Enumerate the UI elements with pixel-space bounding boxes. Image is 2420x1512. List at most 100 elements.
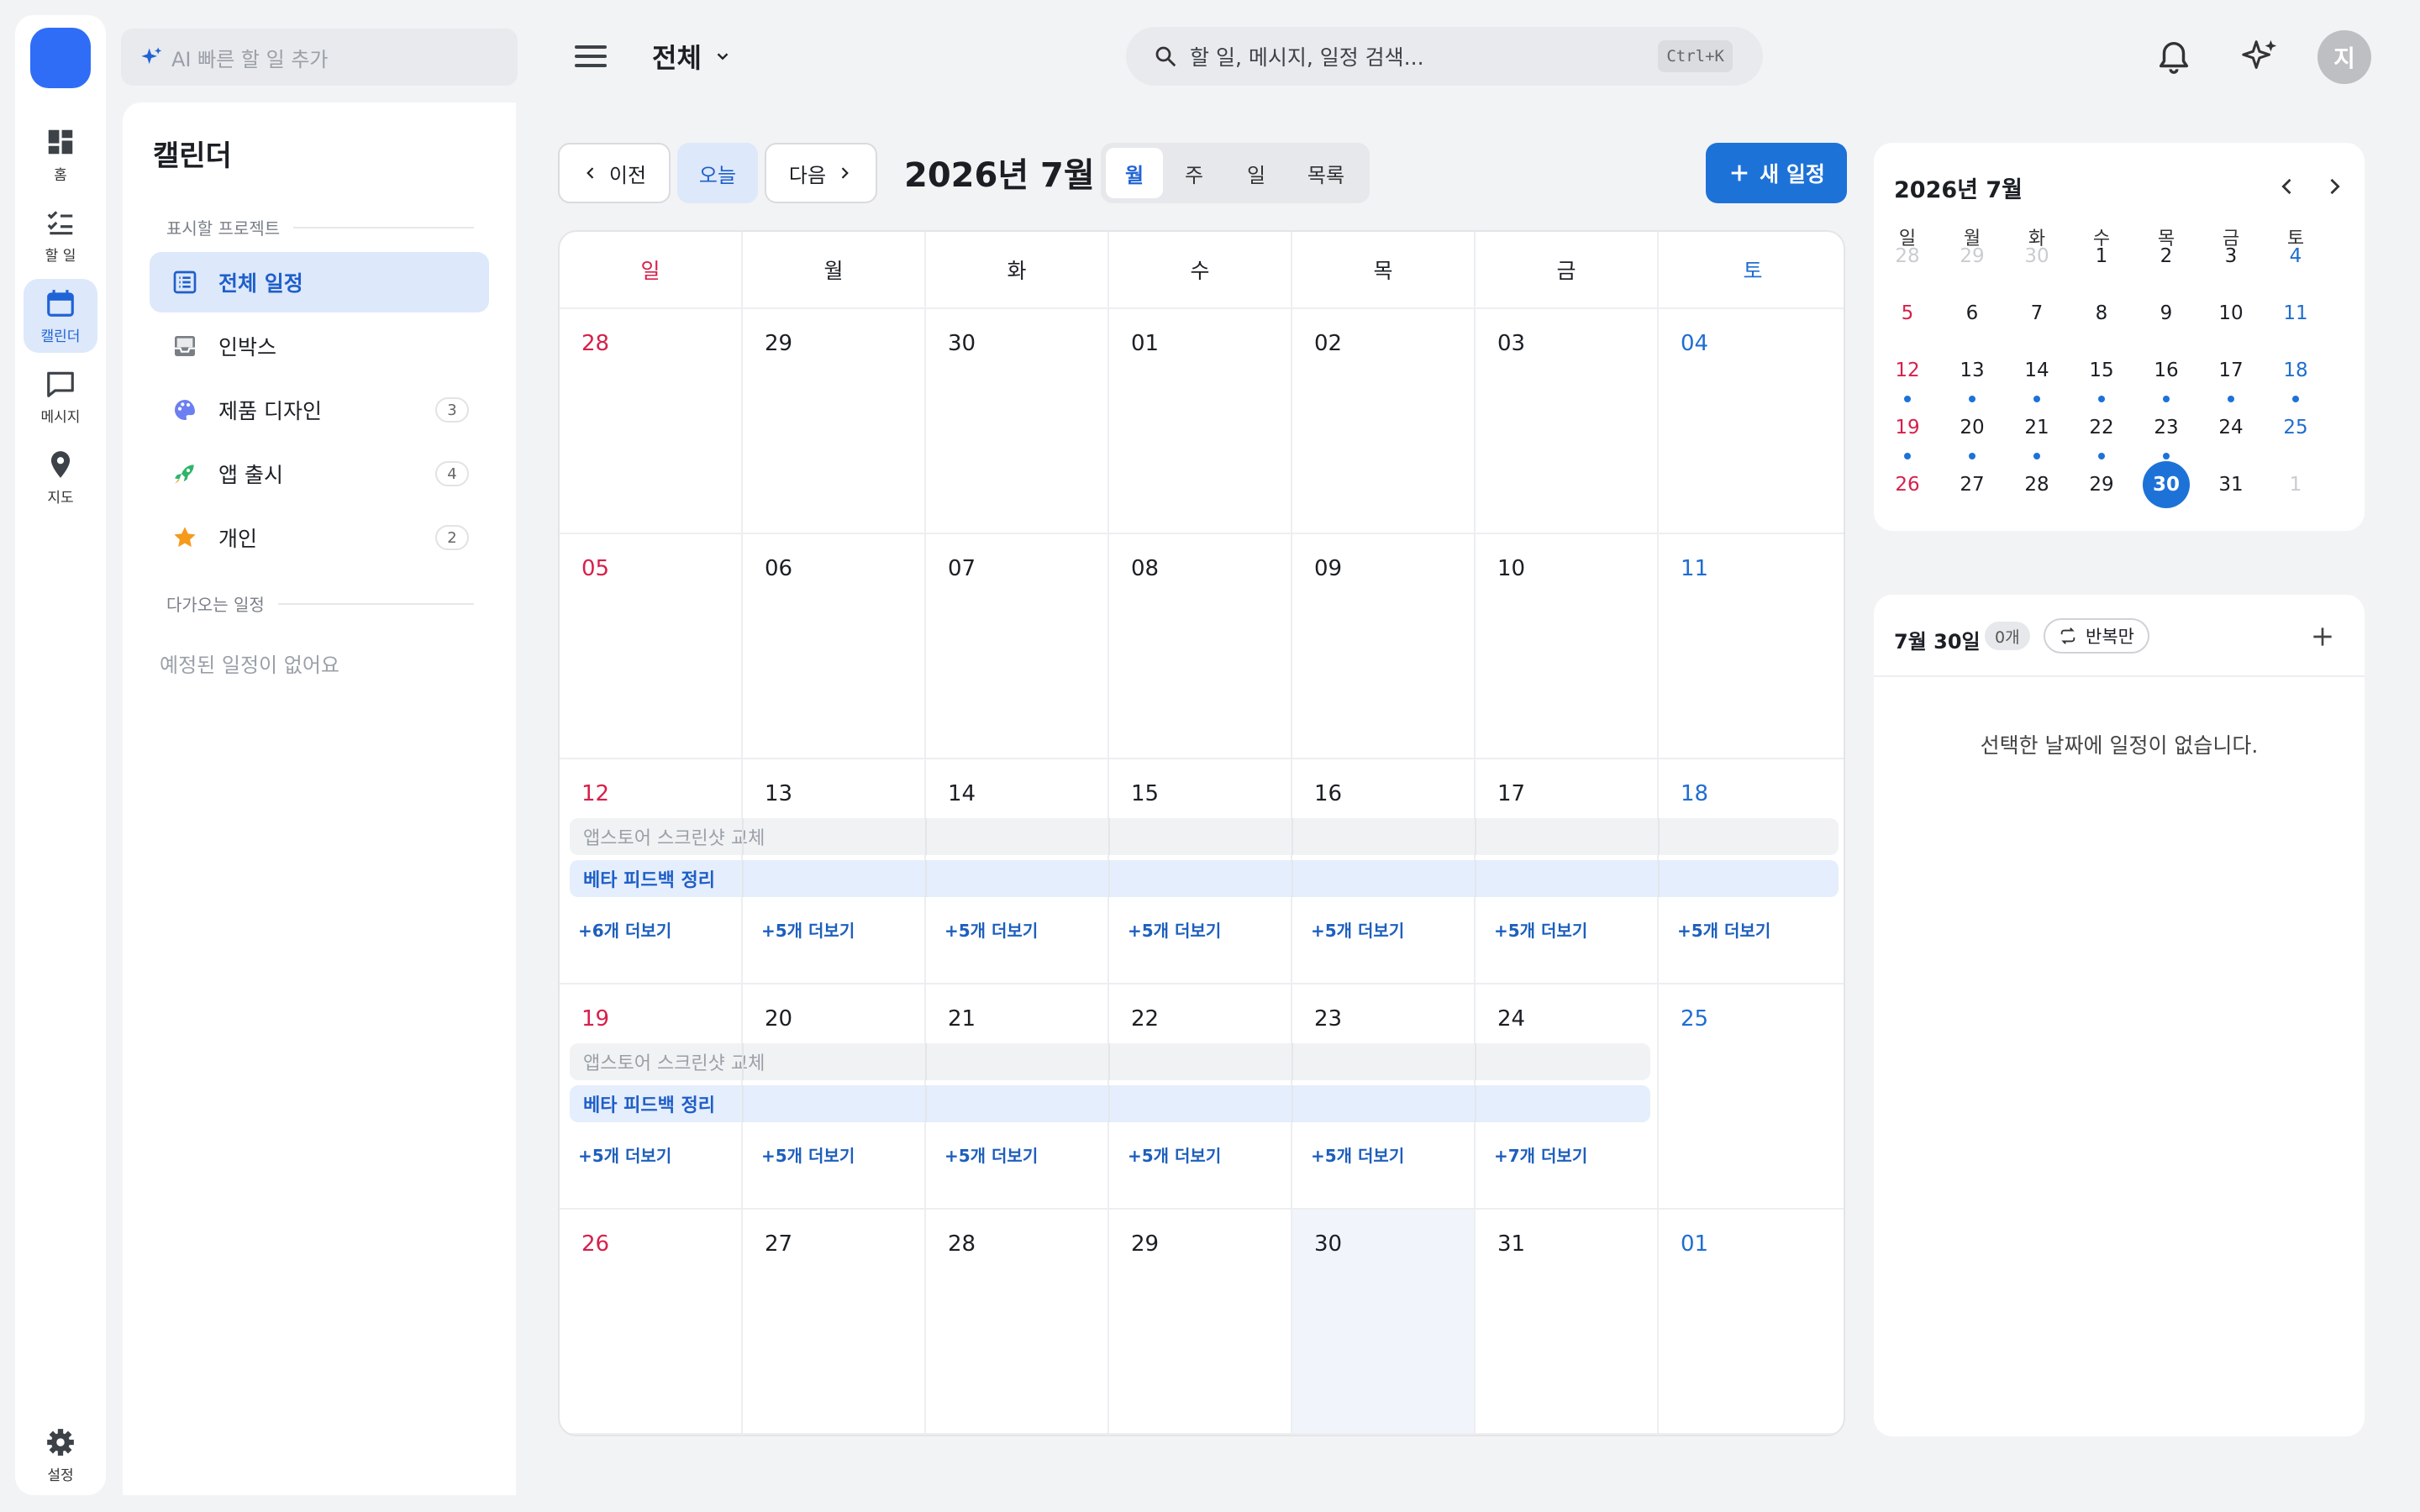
mini-day[interactable]: 16 bbox=[2143, 347, 2190, 394]
mini-day[interactable]: 21 bbox=[2013, 404, 2060, 451]
mini-day[interactable]: 6 bbox=[1949, 290, 1996, 337]
mini-day[interactable]: 4 bbox=[2272, 233, 2319, 280]
day-cell[interactable]: 01 bbox=[1109, 309, 1292, 534]
rail-item-map[interactable]: 지도 bbox=[24, 440, 97, 514]
mini-day[interactable]: 3 bbox=[2207, 233, 2254, 280]
day-cell[interactable]: 29 bbox=[1109, 1210, 1292, 1435]
mini-prev-icon[interactable] bbox=[2275, 175, 2299, 198]
mini-day[interactable]: 31 bbox=[2207, 461, 2254, 508]
day-cell[interactable]: 07 bbox=[926, 534, 1109, 759]
more-events-link[interactable]: +5개 더보기 bbox=[1128, 1142, 1221, 1167]
day-cell[interactable]: 31 bbox=[1476, 1210, 1659, 1435]
more-events-link[interactable]: +5개 더보기 bbox=[1494, 917, 1587, 942]
mini-day[interactable]: 28 bbox=[1884, 233, 1931, 280]
rail-item-todo[interactable]: 할 일 bbox=[24, 198, 97, 272]
user-avatar[interactable]: 지 bbox=[2317, 30, 2371, 84]
mini-day[interactable]: 19 bbox=[1884, 404, 1931, 451]
mini-next-icon[interactable] bbox=[2323, 175, 2346, 198]
mini-day[interactable]: 11 bbox=[2272, 290, 2319, 337]
day-cell[interactable]: 26 bbox=[560, 1210, 743, 1435]
view-tab-month[interactable]: 월 bbox=[1106, 148, 1163, 198]
day-cell[interactable]: 09 bbox=[1292, 534, 1476, 759]
mini-day[interactable]: 23 bbox=[2143, 404, 2190, 451]
ai-sparkle-icon[interactable] bbox=[2240, 37, 2279, 76]
day-cell[interactable]: 05 bbox=[560, 534, 743, 759]
mini-day[interactable]: 7 bbox=[2013, 290, 2060, 337]
scope-dropdown[interactable]: 전체 bbox=[652, 37, 732, 76]
mini-day[interactable]: 17 bbox=[2207, 347, 2254, 394]
more-events-link[interactable]: +5개 더보기 bbox=[578, 1142, 671, 1167]
event-bar-appstore-screenshots[interactable]: 앱스토어 스크린샷 교체 bbox=[570, 818, 1839, 855]
more-events-link[interactable]: +5개 더보기 bbox=[761, 1142, 855, 1167]
event-bar-appstore-screenshots[interactable]: 앱스토어 스크린샷 교체 bbox=[570, 1043, 1650, 1080]
more-events-link[interactable]: +5개 더보기 bbox=[1311, 1142, 1404, 1167]
view-tab-week[interactable]: 주 bbox=[1163, 148, 1225, 198]
global-search-input[interactable]: 할 일, 메시지, 일정 검색... Ctrl+K bbox=[1126, 27, 1763, 86]
day-cell[interactable]: 30 bbox=[926, 309, 1109, 534]
day-cell[interactable]: 11 bbox=[1659, 534, 1844, 759]
mini-day[interactable]: 10 bbox=[2207, 290, 2254, 337]
mini-day[interactable]: 27 bbox=[1949, 461, 1996, 508]
event-bar-beta-feedback[interactable]: 베타 피드백 정리 bbox=[570, 1085, 1650, 1122]
view-tab-list[interactable]: 목록 bbox=[1287, 148, 1365, 198]
mini-day[interactable]: 12 bbox=[1884, 347, 1931, 394]
new-event-button[interactable]: 새 일정 bbox=[1706, 143, 1847, 203]
mini-day[interactable]: 30 bbox=[2143, 461, 2190, 508]
more-events-link[interactable]: +5개 더보기 bbox=[1677, 917, 1770, 942]
mini-day[interactable]: 22 bbox=[2078, 404, 2125, 451]
mini-day[interactable]: 30 bbox=[2013, 233, 2060, 280]
day-cell[interactable]: 02 bbox=[1292, 309, 1476, 534]
mini-day[interactable]: 28 bbox=[2013, 461, 2060, 508]
add-event-icon[interactable] bbox=[2309, 623, 2336, 650]
mini-day[interactable]: 29 bbox=[2078, 461, 2125, 508]
mini-day[interactable]: 26 bbox=[1884, 461, 1931, 508]
day-cell[interactable]: 01 bbox=[1659, 1210, 1844, 1435]
day-cell[interactable]: 27 bbox=[743, 1210, 926, 1435]
today-button[interactable]: 오늘 bbox=[677, 143, 758, 203]
mini-day[interactable]: 29 bbox=[1949, 233, 1996, 280]
mini-day[interactable]: 13 bbox=[1949, 347, 1996, 394]
mini-day[interactable]: 25 bbox=[2272, 404, 2319, 451]
app-logo[interactable] bbox=[30, 28, 91, 88]
prev-month-button[interactable]: 이전 bbox=[558, 143, 671, 203]
day-cell[interactable]: 28 bbox=[560, 309, 743, 534]
bell-icon[interactable] bbox=[2154, 37, 2193, 76]
mini-day[interactable]: 2 bbox=[2143, 233, 2190, 280]
more-events-link[interactable]: +5개 더보기 bbox=[944, 1142, 1038, 1167]
project-item-all[interactable]: 전체 일정 bbox=[150, 252, 489, 312]
day-cell[interactable]: 28 bbox=[926, 1210, 1109, 1435]
mini-day[interactable]: 14 bbox=[2013, 347, 2060, 394]
mini-day[interactable]: 18 bbox=[2272, 347, 2319, 394]
more-events-link[interactable]: +5개 더보기 bbox=[761, 917, 855, 942]
more-events-link[interactable]: +7개 더보기 bbox=[1494, 1142, 1587, 1167]
day-cell[interactable]: 30 bbox=[1292, 1210, 1476, 1435]
view-tab-day[interactable]: 일 bbox=[1225, 148, 1287, 198]
more-events-link[interactable]: +5개 더보기 bbox=[1128, 917, 1221, 942]
event-bar-beta-feedback[interactable]: 베타 피드백 정리 bbox=[570, 860, 1839, 897]
mini-day[interactable]: 8 bbox=[2078, 290, 2125, 337]
mini-day[interactable]: 20 bbox=[1949, 404, 1996, 451]
more-events-link[interactable]: +5개 더보기 bbox=[1311, 917, 1404, 942]
more-events-link[interactable]: +6개 더보기 bbox=[578, 917, 671, 942]
day-cell[interactable]: 29 bbox=[743, 309, 926, 534]
rail-item-calendar[interactable]: 캘린더 bbox=[24, 279, 97, 353]
project-item-inbox[interactable]: 인박스 bbox=[150, 316, 489, 376]
more-events-link[interactable]: +5개 더보기 bbox=[944, 917, 1038, 942]
project-item-personal[interactable]: 개인 2 bbox=[150, 507, 489, 568]
next-month-button[interactable]: 다음 bbox=[765, 143, 877, 203]
mini-day[interactable]: 24 bbox=[2207, 404, 2254, 451]
day-cell[interactable]: 04 bbox=[1659, 309, 1844, 534]
repeat-only-toggle[interactable]: 반복만 bbox=[2044, 618, 2149, 654]
day-cell[interactable]: 06 bbox=[743, 534, 926, 759]
mini-day[interactable]: 15 bbox=[2078, 347, 2125, 394]
project-item-product-design[interactable]: 제품 디자인 3 bbox=[150, 380, 489, 440]
menu-toggle-button[interactable] bbox=[575, 42, 607, 71]
day-cell[interactable]: 03 bbox=[1476, 309, 1659, 534]
mini-day[interactable]: 1 bbox=[2272, 461, 2319, 508]
mini-day[interactable]: 1 bbox=[2078, 233, 2125, 280]
mini-day[interactable]: 9 bbox=[2143, 290, 2190, 337]
day-cell[interactable]: 25 bbox=[1659, 984, 1844, 1210]
rail-item-settings[interactable]: 설정 bbox=[24, 1418, 97, 1492]
mini-day[interactable]: 5 bbox=[1884, 290, 1931, 337]
project-item-app-launch[interactable]: 앱 출시 4 bbox=[150, 444, 489, 504]
